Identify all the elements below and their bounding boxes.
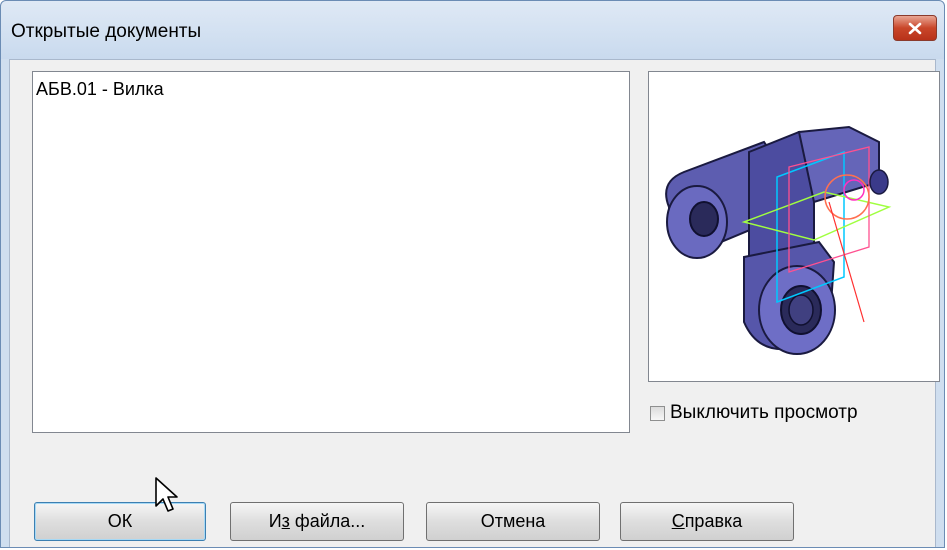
help-button-label: Справка: [672, 511, 743, 532]
dialog-body: АБВ.01 - Вилка Выключить просмотр ОК Из …: [9, 59, 940, 547]
open-documents-dialog: Открытые документы АБВ.01 - Вилка Выключ…: [0, 0, 945, 548]
checkbox-box[interactable]: [650, 405, 665, 421]
checkbox-label[interactable]: Выключить просмотр: [670, 402, 858, 424]
title-bar[interactable]: Открытые документы: [1, 1, 944, 59]
documents-list[interactable]: АБВ.01 - Вилка: [32, 71, 630, 433]
disable-preview-checkbox[interactable]: Выключить просмотр: [650, 402, 858, 424]
preview-panel: [648, 71, 940, 382]
from-file-button[interactable]: Из файла...: [230, 502, 404, 541]
label-part: правка: [684, 511, 743, 531]
list-item[interactable]: АБВ.01 - Вилка: [36, 79, 164, 100]
ok-button[interactable]: ОК: [34, 502, 206, 541]
close-button[interactable]: [893, 15, 937, 41]
help-button[interactable]: Справка: [620, 502, 794, 541]
cancel-button-label: Отмена: [480, 511, 546, 531]
label-part: файла...: [289, 511, 366, 531]
window-title: Открытые документы: [11, 21, 202, 42]
mnemonic-letter: С: [671, 511, 685, 531]
3d-part-preview: [665, 125, 892, 355]
mouse-pointer-icon: [155, 477, 178, 512]
label-part: И: [268, 511, 282, 531]
cancel-button[interactable]: Отмена: [426, 502, 600, 541]
from-file-label: Из файла...: [269, 511, 366, 532]
mnemonic-letter: з: [281, 511, 290, 531]
close-icon: [908, 22, 922, 34]
ok-button-label: ОК: [107, 511, 133, 531]
